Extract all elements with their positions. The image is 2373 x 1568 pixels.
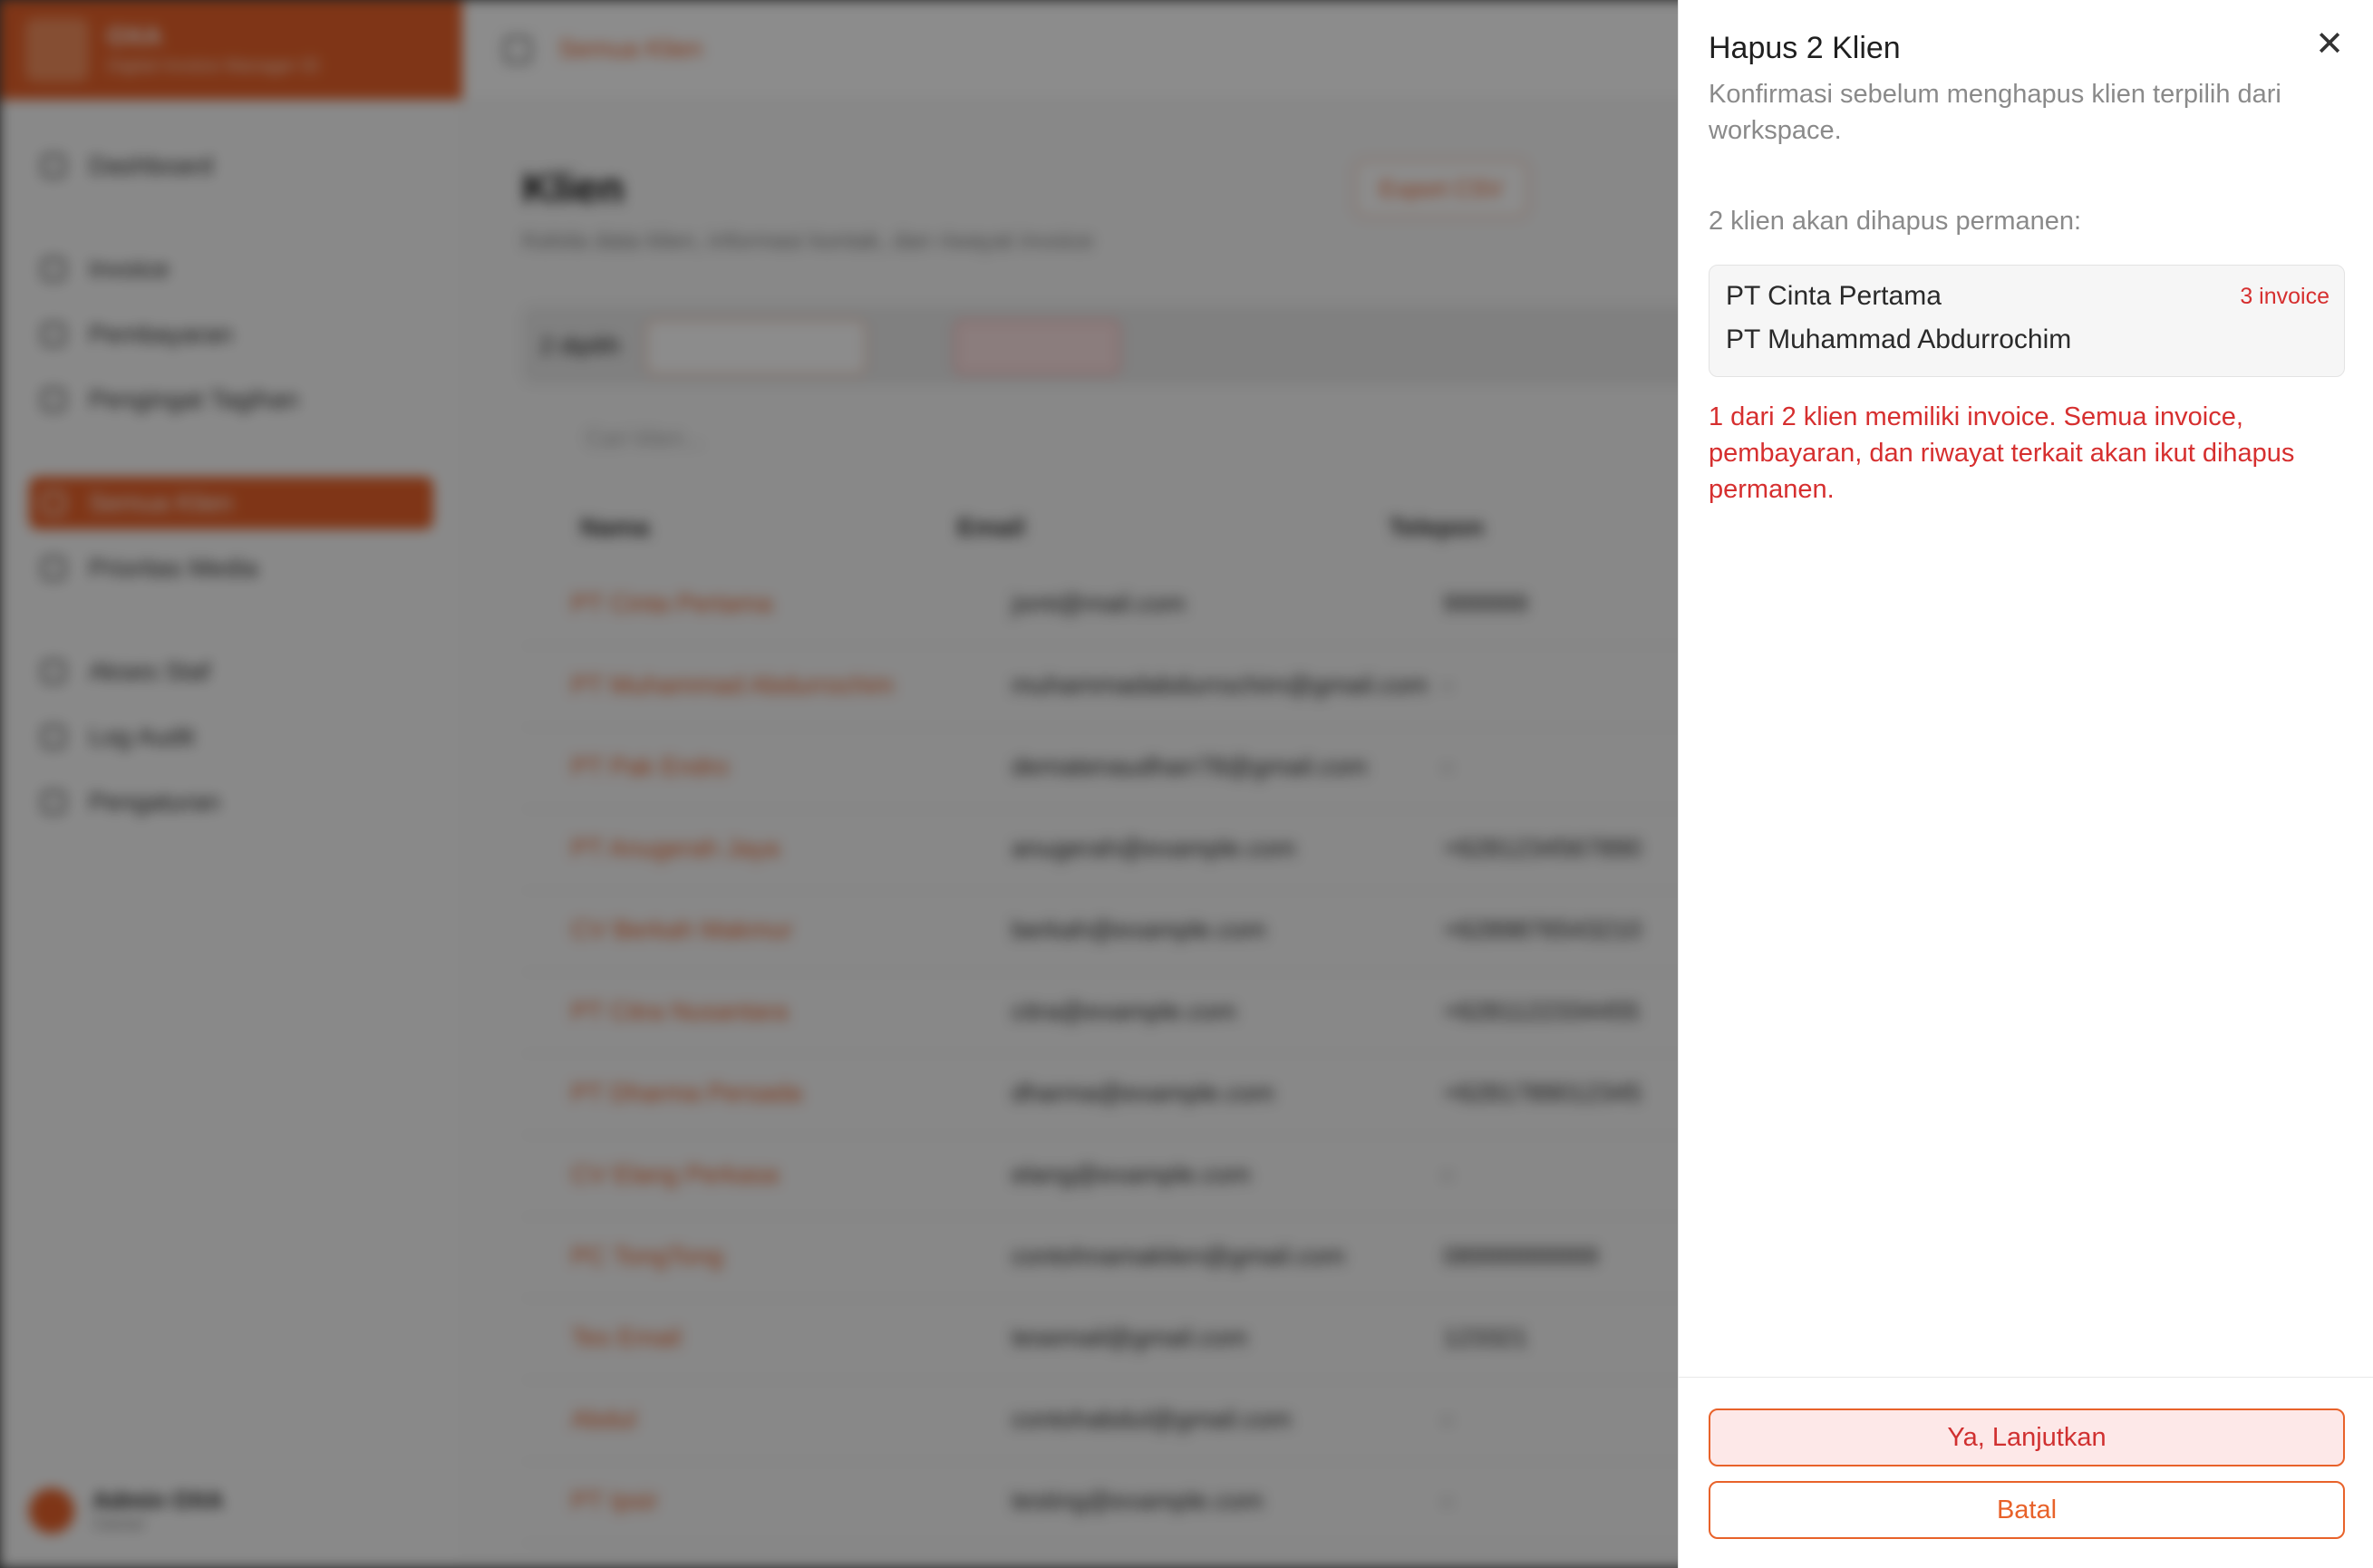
client-name: PT Muhammad Abdurrochim	[1726, 324, 2072, 354]
client-name: PT Cinta Pertama	[1726, 281, 1942, 311]
list-item: PT Muhammad Abdurrochim	[1726, 318, 2329, 362]
selected-clients-list: PT Cinta Pertama 3 invoice PT Muhammad A…	[1709, 265, 2345, 377]
list-item: PT Cinta Pertama 3 invoice	[1726, 275, 2329, 318]
drawer-description: Konfirmasi sebelum menghapus klien terpi…	[1709, 80, 2281, 145]
warning-message: 1 dari 2 klien memiliki invoice. Semua i…	[1709, 402, 2295, 504]
drawer-footer-divider	[1679, 1377, 2373, 1378]
invoice-count-badge: 3 invoice	[2240, 283, 2329, 309]
cancel-button[interactable]: Batal	[1709, 1481, 2345, 1539]
drawer-title: Hapus 2 Klien	[1709, 31, 1901, 65]
close-icon[interactable]: ✕	[2310, 25, 2349, 63]
delete-clients-drawer: Hapus 2 Klien ✕ Konfirmasi sebelum mengh…	[1678, 0, 2373, 1568]
delete-count-text: 2 klien akan dihapus permanen:	[1709, 207, 2082, 236]
confirm-delete-button[interactable]: Ya, Lanjutkan	[1709, 1408, 2345, 1466]
